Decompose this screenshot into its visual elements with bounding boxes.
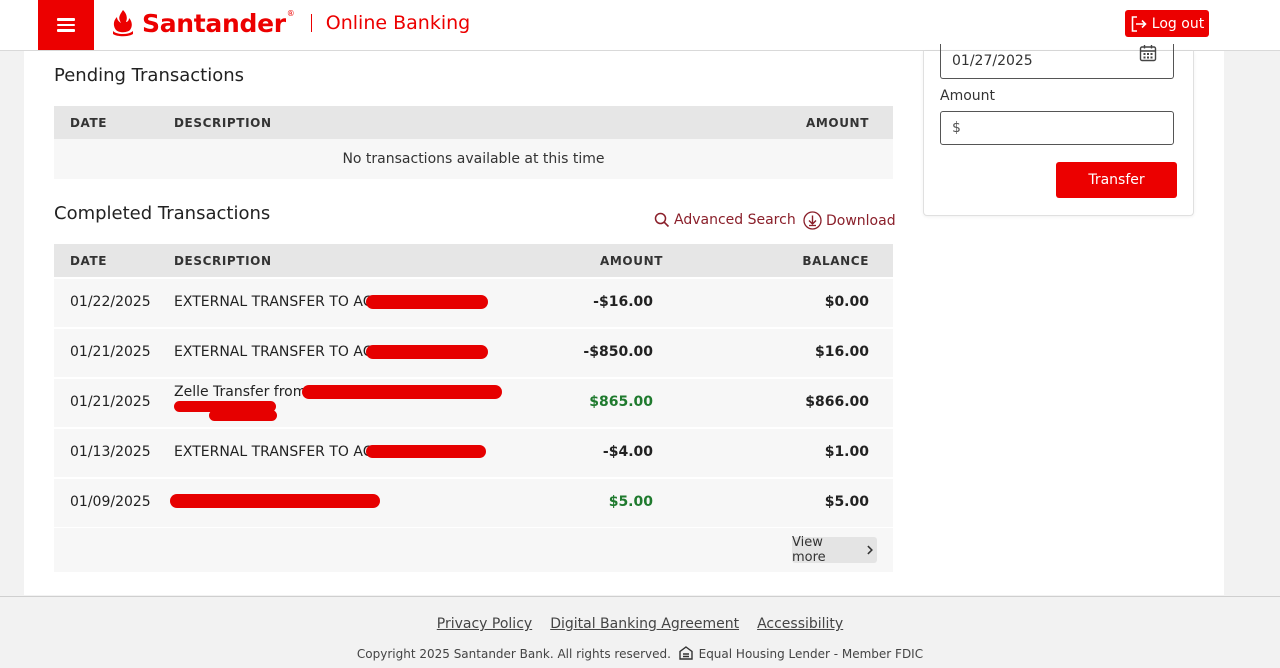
row-description: EXTERNAL TRANSFER TO ACCT <box>174 344 391 360</box>
footer-links: Privacy Policy Digital Banking Agreement… <box>0 616 1280 632</box>
equal-housing-text: Equal Housing Lender - Member FDIC <box>698 647 924 661</box>
table-row[interactable]: 01/21/2025 Zelle Transfer from $865.00 $… <box>54 379 893 427</box>
logo-divider <box>310 14 312 32</box>
download-icon <box>803 211 822 230</box>
redaction-mark <box>302 385 502 399</box>
view-more-row: View more <box>54 528 893 572</box>
pending-title: Pending Transactions <box>54 65 245 86</box>
date-field[interactable]: 01/27/2025 <box>940 44 1174 79</box>
footer-copyright-line: Copyright 2025 Santander Bank. All right… <box>0 646 1280 661</box>
hamburger-icon <box>57 18 75 32</box>
chevron-right-icon <box>867 545 874 555</box>
brand-name: Santander <box>142 8 286 38</box>
redaction-mark <box>366 445 486 458</box>
row-amount: $865.00 <box>589 394 653 410</box>
pending-col-description: DESCRIPTION <box>174 116 272 130</box>
download-link[interactable]: Download <box>803 211 896 230</box>
site-subtitle: Online Banking <box>325 12 471 34</box>
completed-col-amount: AMOUNT <box>600 254 664 268</box>
logout-label: Log out <box>1151 15 1205 32</box>
row-date: 01/09/2025 <box>70 494 151 510</box>
accessibility-link[interactable]: Accessibility <box>757 616 843 632</box>
table-row[interactable]: 01/21/2025 EXTERNAL TRANSFER TO ACCT -$8… <box>54 329 893 377</box>
page-footer: Privacy Policy Digital Banking Agreement… <box>0 596 1280 668</box>
registered-mark: ® <box>286 8 295 18</box>
logout-button[interactable]: Log out <box>1125 10 1209 37</box>
transfer-panel: 01/27/2025 Amount $ Transfer <box>923 44 1194 216</box>
advanced-search-link[interactable]: Advanced Search <box>654 212 796 228</box>
transfer-button[interactable]: Transfer <box>1056 162 1177 198</box>
table-row[interactable]: 01/09/2025 $5.00 $5.00 <box>54 479 893 527</box>
date-value: 01/27/2025 <box>952 53 1033 69</box>
row-balance: $5.00 <box>824 494 869 510</box>
flame-icon <box>113 10 133 37</box>
row-amount: $5.00 <box>608 494 653 510</box>
row-balance: $16.00 <box>814 344 869 360</box>
view-more-label: View more <box>792 535 826 565</box>
brand-logo[interactable]: Santander ® Online Banking <box>110 5 470 41</box>
row-description: EXTERNAL TRANSFER TO ACCT <box>174 294 391 310</box>
table-row[interactable]: 01/22/2025 EXTERNAL TRANSFER TO ACCT -$1… <box>54 279 893 327</box>
row-amount: -$4.00 <box>602 444 653 460</box>
pending-empty-message: No transactions available at this time <box>54 139 893 179</box>
row-date: 01/21/2025 <box>70 394 151 410</box>
redaction-mark <box>366 345 488 359</box>
row-amount: -$850.00 <box>583 344 653 360</box>
menu-button[interactable] <box>38 0 94 50</box>
table-row[interactable]: 01/13/2025 EXTERNAL TRANSFER TO ACCT -$4… <box>54 429 893 477</box>
row-description: Zelle Transfer from <box>174 384 307 400</box>
equal-housing-icon <box>679 646 693 660</box>
row-balance: $0.00 <box>824 294 869 310</box>
advanced-search-label: Advanced Search <box>674 212 796 228</box>
redaction-mark <box>209 410 277 421</box>
logout-icon <box>1131 15 1147 32</box>
pending-col-date: DATE <box>70 116 108 130</box>
row-description: EXTERNAL TRANSFER TO ACCT <box>174 444 391 460</box>
row-balance: $1.00 <box>824 444 869 460</box>
row-amount: -$16.00 <box>593 294 653 310</box>
transfer-label: Transfer <box>1088 172 1145 188</box>
row-date: 01/13/2025 <box>70 444 151 460</box>
amount-label: Amount <box>940 88 996 104</box>
amount-field[interactable]: $ <box>940 111 1174 145</box>
download-label: Download <box>826 212 896 229</box>
completed-col-date: DATE <box>70 254 108 268</box>
pending-col-amount: AMOUNT <box>805 116 869 130</box>
view-more-button[interactable]: View more <box>792 535 877 565</box>
row-date: 01/22/2025 <box>70 294 151 310</box>
completed-col-description: DESCRIPTION <box>174 254 272 268</box>
completed-table-header: DATE DESCRIPTION AMOUNT BALANCE <box>54 244 893 277</box>
search-icon <box>654 212 670 228</box>
completed-title: Completed Transactions <box>54 203 271 224</box>
completed-col-balance: BALANCE <box>802 254 869 268</box>
row-balance: $866.00 <box>805 394 869 410</box>
redaction-mark <box>170 494 380 508</box>
row-date: 01/21/2025 <box>70 344 151 360</box>
redaction-mark <box>366 295 488 309</box>
calendar-icon[interactable] <box>1139 44 1157 62</box>
pending-table-header: DATE DESCRIPTION AMOUNT <box>54 106 893 139</box>
copyright-text: Copyright 2025 Santander Bank. All right… <box>356 647 671 661</box>
privacy-policy-link[interactable]: Privacy Policy <box>437 616 532 632</box>
amount-placeholder: $ <box>952 120 961 136</box>
digital-banking-agreement-link[interactable]: Digital Banking Agreement <box>550 616 739 632</box>
